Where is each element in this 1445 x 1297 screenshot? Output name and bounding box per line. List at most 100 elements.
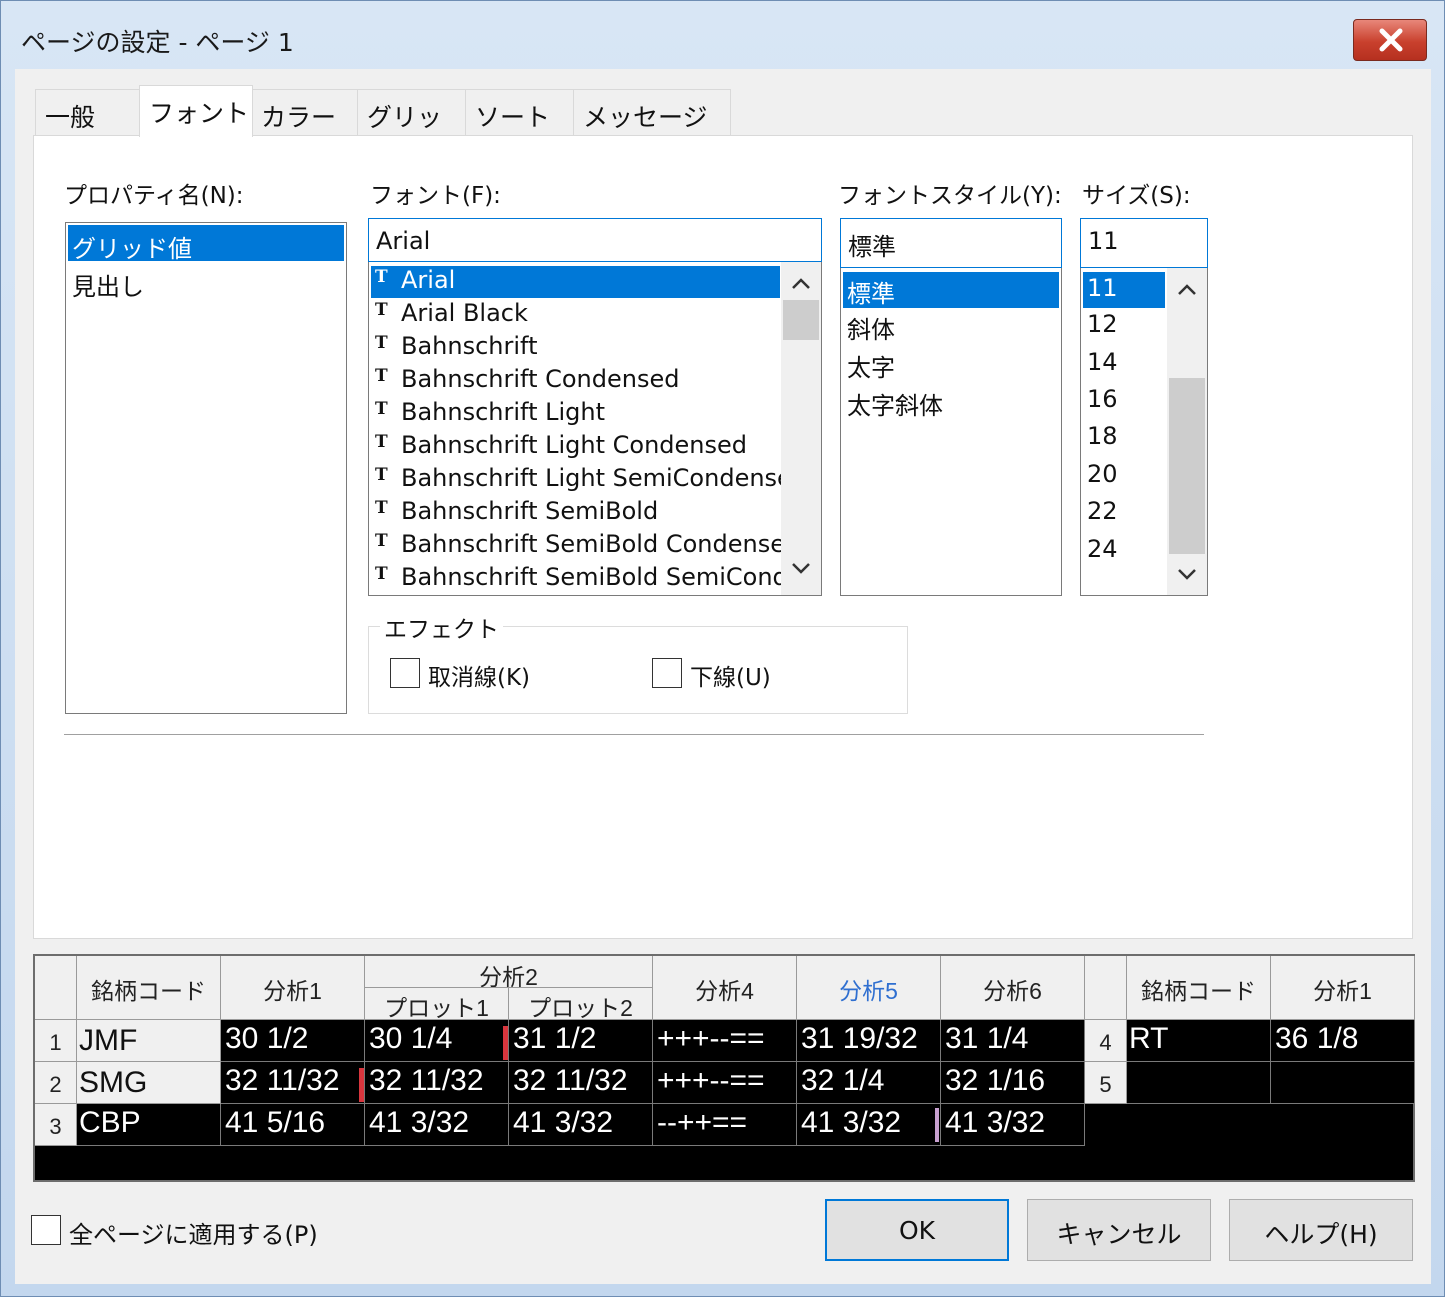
help-button[interactable]: ヘルプ(H) — [1229, 1199, 1413, 1261]
close-button[interactable] — [1353, 19, 1427, 61]
corner-header-right — [1085, 956, 1127, 1020]
row-cell: 30 1/2 — [221, 1020, 365, 1062]
change-marker — [503, 1026, 508, 1060]
font-listbox[interactable]: T Arial T Arial Black T Bahnschrift T Bahnsc… — [368, 262, 822, 596]
cancel-button[interactable]: キャンセル — [1027, 1199, 1211, 1261]
scroll-down-icon[interactable] — [1177, 568, 1197, 582]
font-item[interactable]: T Bahnschrift Condensed — [375, 365, 679, 393]
font-input[interactable]: Arial — [368, 218, 822, 262]
row-cell: 31 19/32 — [797, 1020, 941, 1062]
ok-button[interactable]: OK — [825, 1199, 1009, 1261]
underline-checkbox[interactable] — [652, 658, 682, 688]
font-style-label: フォントスタイル(Y): — [838, 183, 1062, 209]
style-item[interactable]: 斜体 — [847, 310, 895, 345]
truetype-icon: T — [375, 564, 388, 584]
truetype-icon: T — [375, 531, 388, 551]
row-number: 1 — [35, 1020, 77, 1062]
row-cell: 30 1/4 — [365, 1020, 509, 1062]
row-cell: 32 11/32 — [365, 1062, 509, 1104]
row-number: 3 — [35, 1104, 77, 1146]
size-scroll-thumb[interactable] — [1169, 378, 1205, 554]
tab-grid[interactable]: グリッド — [357, 89, 467, 168]
apply-all-pages-checkbox[interactable] — [31, 1215, 61, 1245]
row-cell: 32 11/32 — [509, 1062, 653, 1104]
style-item[interactable]: 太字 — [847, 348, 895, 383]
size-input[interactable]: 11 — [1080, 218, 1208, 268]
style-item[interactable]: 太字斜体 — [847, 386, 943, 421]
size-item[interactable]: 11 — [1083, 272, 1165, 308]
header-analysis4: 分析4 — [653, 956, 797, 1020]
font-item[interactable]: T Bahnschrift SemiBold Condense — [375, 530, 785, 558]
header-analysis6: 分析6 — [941, 956, 1085, 1020]
row-cell: 32 11/32 — [221, 1062, 365, 1104]
tab-sort[interactable]: ソート — [465, 89, 575, 135]
font-scroll-thumb[interactable] — [783, 300, 819, 340]
size-item[interactable]: 22 — [1087, 497, 1118, 525]
row-cell: +++--== — [653, 1062, 797, 1104]
style-item[interactable]: 標準 — [843, 272, 1059, 308]
font-item[interactable]: T Arial Black — [375, 299, 528, 327]
size-listbox[interactable]: 11 12 14 16 18 20 22 24 — [1080, 268, 1208, 596]
size-item[interactable]: 14 — [1087, 348, 1118, 376]
size-item[interactable]: 24 — [1087, 535, 1118, 563]
truetype-icon: T — [375, 333, 388, 353]
row-code: JMF — [77, 1020, 221, 1062]
size-scrollbar[interactable] — [1167, 268, 1207, 595]
apply-all-pages-label: 全ページに適用する(P) — [69, 1221, 318, 1249]
strikethrough-label: 取消線(K) — [428, 665, 531, 691]
effects-label: エフェクト — [380, 610, 503, 644]
preview-grid: 銘柄コード 分析1 分析2 プロット1 プロット2 分析4 分析5 分析6 銘柄… — [33, 954, 1415, 1182]
page-setup-dialog: ページの設定 - ページ 1 一般 フォント カラー グリッド ソート メッセー… — [0, 0, 1445, 1297]
font-style-input[interactable]: 標準 — [840, 218, 1062, 268]
row-cell — [1271, 1062, 1415, 1104]
font-style-listbox[interactable]: 標準 斜体 太字 太字斜体 — [840, 268, 1062, 596]
truetype-icon: T — [375, 366, 388, 386]
row-cell: 41 3/32 — [797, 1104, 941, 1146]
font-item[interactable]: T Bahnschrift Light SemiCondense — [375, 464, 792, 492]
scroll-down-icon[interactable] — [791, 562, 811, 576]
scroll-up-icon[interactable] — [791, 276, 811, 290]
size-item[interactable]: 18 — [1087, 422, 1118, 450]
font-item[interactable]: T Arial — [371, 266, 780, 298]
tab-messaging[interactable]: メッセージング — [573, 89, 731, 168]
header-code-right: 銘柄コード — [1127, 956, 1271, 1020]
scroll-up-icon[interactable] — [1177, 282, 1197, 296]
property-listbox[interactable]: グリッド値 見出し — [65, 222, 347, 714]
tab-font[interactable]: フォント — [139, 85, 253, 137]
font-tab-panel: プロパティ名(N): グリッド値 見出し フォント(F): Arial T Ari… — [33, 135, 1413, 939]
header-analysis2: 分析2 — [365, 956, 653, 988]
separator — [64, 734, 1204, 735]
row-cell: 41 3/32 — [365, 1104, 509, 1146]
row-cell: 32 1/4 — [797, 1062, 941, 1104]
title-bar: ページの設定 - ページ 1 — [1, 1, 1444, 69]
header-plot2: プロット2 — [509, 988, 653, 1020]
truetype-icon: T — [375, 267, 388, 287]
property-item-heading[interactable]: 見出し — [72, 267, 144, 302]
row-cell: 31 1/4 — [941, 1020, 1085, 1062]
corner-header — [35, 956, 77, 1020]
row-cell: 41 3/32 — [941, 1104, 1085, 1146]
property-name-label: プロパティ名(N): — [64, 183, 244, 209]
tab-color[interactable]: カラー — [251, 89, 359, 135]
header-plot1: プロット1 — [365, 988, 509, 1020]
truetype-icon: T — [375, 498, 388, 518]
header-code: 銘柄コード — [77, 956, 221, 1020]
font-scrollbar[interactable] — [781, 262, 821, 595]
font-item[interactable]: T Bahnschrift SemiBold — [375, 497, 658, 525]
size-item[interactable]: 12 — [1087, 310, 1118, 338]
property-item-grid-value[interactable]: グリッド値 — [68, 225, 344, 263]
size-item[interactable]: 16 — [1087, 385, 1118, 413]
font-item[interactable]: T Bahnschrift SemiBold SemiCond — [375, 563, 788, 591]
close-icon — [1379, 28, 1403, 52]
row-cell: 31 1/2 — [509, 1020, 653, 1062]
font-item[interactable]: T Bahnschrift — [375, 332, 537, 360]
size-label: サイズ(S): — [1082, 183, 1191, 209]
row-cell: --++== — [653, 1104, 797, 1146]
row-code: CBP — [77, 1104, 221, 1146]
row-cell: 32 1/16 — [941, 1062, 1085, 1104]
font-item[interactable]: T Bahnschrift Light Condensed — [375, 431, 747, 459]
font-item[interactable]: T Bahnschrift Light — [375, 398, 605, 426]
tab-general[interactable]: 一般 — [35, 89, 141, 135]
strikethrough-checkbox[interactable] — [390, 658, 420, 688]
size-item[interactable]: 20 — [1087, 460, 1118, 488]
